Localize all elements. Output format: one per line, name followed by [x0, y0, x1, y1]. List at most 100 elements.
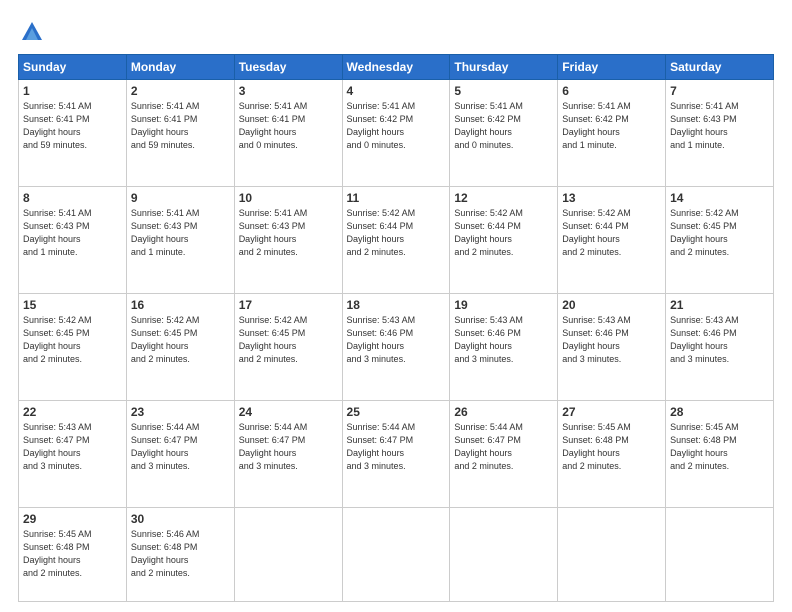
calendar-day-cell: 17 Sunrise: 5:42 AMSunset: 6:45 PMDayligh… — [234, 294, 342, 401]
day-info: Sunrise: 5:41 AMSunset: 6:42 PMDaylight … — [562, 100, 661, 152]
calendar-day-cell — [558, 508, 666, 602]
day-info: Sunrise: 5:42 AMSunset: 6:44 PMDaylight … — [347, 207, 446, 259]
calendar-day-cell: 1 Sunrise: 5:41 AMSunset: 6:41 PMDaylight… — [19, 80, 127, 187]
calendar-day-cell: 6 Sunrise: 5:41 AMSunset: 6:42 PMDaylight… — [558, 80, 666, 187]
day-number: 22 — [23, 405, 122, 419]
day-number: 11 — [347, 191, 446, 205]
day-number: 21 — [670, 298, 769, 312]
days-of-week-row: SundayMondayTuesdayWednesdayThursdayFrid… — [19, 55, 774, 80]
day-info: Sunrise: 5:45 AMSunset: 6:48 PMDaylight … — [562, 421, 661, 473]
day-info: Sunrise: 5:43 AMSunset: 6:46 PMDaylight … — [670, 314, 769, 366]
day-info: Sunrise: 5:46 AMSunset: 6:48 PMDaylight … — [131, 528, 230, 580]
calendar-week-row: 15 Sunrise: 5:42 AMSunset: 6:45 PMDayligh… — [19, 294, 774, 401]
calendar-day-cell: 11 Sunrise: 5:42 AMSunset: 6:44 PMDayligh… — [342, 187, 450, 294]
calendar-body: 1 Sunrise: 5:41 AMSunset: 6:41 PMDaylight… — [19, 80, 774, 602]
day-number: 12 — [454, 191, 553, 205]
calendar-day-cell: 13 Sunrise: 5:42 AMSunset: 6:44 PMDayligh… — [558, 187, 666, 294]
calendar-day-cell: 19 Sunrise: 5:43 AMSunset: 6:46 PMDayligh… — [450, 294, 558, 401]
header — [18, 18, 774, 46]
day-info: Sunrise: 5:41 AMSunset: 6:43 PMDaylight … — [23, 207, 122, 259]
day-number: 13 — [562, 191, 661, 205]
calendar-day-cell: 27 Sunrise: 5:45 AMSunset: 6:48 PMDayligh… — [558, 401, 666, 508]
day-info: Sunrise: 5:43 AMSunset: 6:46 PMDaylight … — [454, 314, 553, 366]
day-number: 8 — [23, 191, 122, 205]
day-number: 1 — [23, 84, 122, 98]
day-info: Sunrise: 5:41 AMSunset: 6:41 PMDaylight … — [239, 100, 338, 152]
day-number: 28 — [670, 405, 769, 419]
calendar-day-cell: 16 Sunrise: 5:42 AMSunset: 6:45 PMDayligh… — [126, 294, 234, 401]
day-number: 20 — [562, 298, 661, 312]
calendar-day-cell: 9 Sunrise: 5:41 AMSunset: 6:43 PMDaylight… — [126, 187, 234, 294]
logo-icon — [18, 18, 46, 46]
day-info: Sunrise: 5:42 AMSunset: 6:45 PMDaylight … — [131, 314, 230, 366]
day-number: 15 — [23, 298, 122, 312]
day-info: Sunrise: 5:41 AMSunset: 6:41 PMDaylight … — [131, 100, 230, 152]
day-number: 6 — [562, 84, 661, 98]
calendar-day-cell: 20 Sunrise: 5:43 AMSunset: 6:46 PMDayligh… — [558, 294, 666, 401]
calendar-day-cell: 12Sunrise: 5:42 AMSunset: 6:44 PMDayligh… — [450, 187, 558, 294]
day-info: Sunrise: 5:45 AMSunset: 6:48 PMDaylight … — [23, 528, 122, 580]
day-info: Sunrise: 5:41 AMSunset: 6:42 PMDaylight … — [347, 100, 446, 152]
calendar-day-cell: 30Sunrise: 5:46 AMSunset: 6:48 PMDayligh… — [126, 508, 234, 602]
day-number: 26 — [454, 405, 553, 419]
calendar-day-cell — [450, 508, 558, 602]
day-info: Sunrise: 5:42 AMSunset: 6:45 PMDaylight … — [239, 314, 338, 366]
calendar-day-cell — [342, 508, 450, 602]
calendar-day-cell: 14 Sunrise: 5:42 AMSunset: 6:45 PMDayligh… — [666, 187, 774, 294]
calendar-day-cell — [666, 508, 774, 602]
calendar-day-cell: 5 Sunrise: 5:41 AMSunset: 6:42 PMDaylight… — [450, 80, 558, 187]
day-info: Sunrise: 5:43 AMSunset: 6:46 PMDaylight … — [347, 314, 446, 366]
day-info: Sunrise: 5:42 AMSunset: 6:45 PMDaylight … — [23, 314, 122, 366]
calendar-day-cell: 2Sunrise: 5:41 AMSunset: 6:41 PMDaylight… — [126, 80, 234, 187]
calendar-day-cell: 21 Sunrise: 5:43 AMSunset: 6:46 PMDayligh… — [666, 294, 774, 401]
day-info: Sunrise: 5:41 AMSunset: 6:42 PMDaylight … — [454, 100, 553, 152]
day-number: 18 — [347, 298, 446, 312]
day-info: Sunrise: 5:44 AMSunset: 6:47 PMDaylight … — [454, 421, 553, 473]
calendar-day-cell: 23 Sunrise: 5:44 AMSunset: 6:47 PMDayligh… — [126, 401, 234, 508]
calendar-table: SundayMondayTuesdayWednesdayThursdayFrid… — [18, 54, 774, 602]
day-number: 10 — [239, 191, 338, 205]
day-number: 27 — [562, 405, 661, 419]
dow-header: Thursday — [450, 55, 558, 80]
calendar-day-cell: 22 Sunrise: 5:43 AMSunset: 6:47 PMDayligh… — [19, 401, 127, 508]
day-info: Sunrise: 5:41 AMSunset: 6:43 PMDaylight … — [131, 207, 230, 259]
day-info: Sunrise: 5:41 AMSunset: 6:43 PMDaylight … — [670, 100, 769, 152]
day-info: Sunrise: 5:41 AMSunset: 6:41 PMDaylight … — [23, 100, 122, 152]
calendar-day-cell: 26 Sunrise: 5:44 AMSunset: 6:47 PMDayligh… — [450, 401, 558, 508]
calendar-day-cell: 15 Sunrise: 5:42 AMSunset: 6:45 PMDayligh… — [19, 294, 127, 401]
day-number: 14 — [670, 191, 769, 205]
dow-header: Wednesday — [342, 55, 450, 80]
calendar-day-cell: 28 Sunrise: 5:45 AMSunset: 6:48 PMDayligh… — [666, 401, 774, 508]
day-number: 9 — [131, 191, 230, 205]
day-info: Sunrise: 5:41 AMSunset: 6:43 PMDaylight … — [239, 207, 338, 259]
day-number: 23 — [131, 405, 230, 419]
day-number: 29 — [23, 512, 122, 526]
day-info: Sunrise: 5:43 AMSunset: 6:46 PMDaylight … — [562, 314, 661, 366]
calendar-day-cell — [234, 508, 342, 602]
calendar-week-row: 29 Sunrise: 5:45 AMSunset: 6:48 PMDayligh… — [19, 508, 774, 602]
logo — [18, 18, 50, 46]
day-info: Sunrise: 5:42 AMSunset: 6:45 PMDaylight … — [670, 207, 769, 259]
day-number: 19 — [454, 298, 553, 312]
calendar-day-cell: 25Sunrise: 5:44 AMSunset: 6:47 PMDayligh… — [342, 401, 450, 508]
day-number: 16 — [131, 298, 230, 312]
day-info: Sunrise: 5:42 AMSunset: 6:44 PMDaylight … — [562, 207, 661, 259]
dow-header: Friday — [558, 55, 666, 80]
day-info: Sunrise: 5:43 AMSunset: 6:47 PMDaylight … — [23, 421, 122, 473]
day-info: Sunrise: 5:44 AMSunset: 6:47 PMDaylight … — [131, 421, 230, 473]
calendar-week-row: 1 Sunrise: 5:41 AMSunset: 6:41 PMDaylight… — [19, 80, 774, 187]
day-number: 5 — [454, 84, 553, 98]
calendar-day-cell: 10 Sunrise: 5:41 AMSunset: 6:43 PMDayligh… — [234, 187, 342, 294]
page: SundayMondayTuesdayWednesdayThursdayFrid… — [0, 0, 792, 612]
day-number: 4 — [347, 84, 446, 98]
dow-header: Tuesday — [234, 55, 342, 80]
calendar-day-cell: 4 Sunrise: 5:41 AMSunset: 6:42 PMDaylight… — [342, 80, 450, 187]
calendar-day-cell: 18 Sunrise: 5:43 AMSunset: 6:46 PMDayligh… — [342, 294, 450, 401]
calendar-day-cell: 7Sunrise: 5:41 AMSunset: 6:43 PMDaylight… — [666, 80, 774, 187]
day-info: Sunrise: 5:45 AMSunset: 6:48 PMDaylight … — [670, 421, 769, 473]
dow-header: Saturday — [666, 55, 774, 80]
day-number: 17 — [239, 298, 338, 312]
day-number: 25 — [347, 405, 446, 419]
dow-header: Sunday — [19, 55, 127, 80]
calendar-day-cell: 8 Sunrise: 5:41 AMSunset: 6:43 PMDaylight… — [19, 187, 127, 294]
